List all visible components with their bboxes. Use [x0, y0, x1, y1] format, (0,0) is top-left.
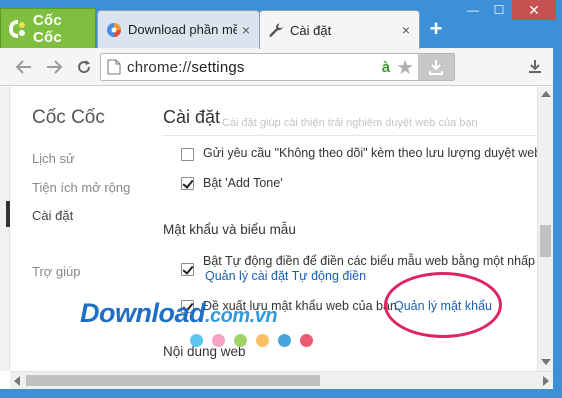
- address-bar[interactable]: chrome://settings à ★: [100, 53, 455, 81]
- arrow-right-icon: [47, 60, 62, 74]
- url-text: chrome://settings: [127, 59, 245, 76]
- watermark-dot: [234, 334, 247, 347]
- watermark-logo: Download.com.vn: [80, 298, 278, 329]
- arrow-left-icon: [16, 60, 31, 74]
- vertical-scroll-thumb[interactable]: [540, 225, 551, 257]
- window-controls: — ☐ ✕: [460, 0, 556, 20]
- url-scheme: chrome://: [127, 58, 192, 76]
- bookmark-star-icon[interactable]: ★: [396, 55, 414, 80]
- brand-name: Cốc Cốc: [32, 11, 62, 46]
- watermark-dot: [300, 334, 313, 347]
- scroll-left-arrow-icon[interactable]: [14, 376, 20, 386]
- sidebar-active-indicator: [6, 201, 10, 227]
- new-tab-button[interactable]: +: [426, 18, 446, 40]
- watermark-dot: [278, 334, 291, 347]
- scroll-right-arrow-icon[interactable]: [543, 376, 549, 386]
- tab-close-icon[interactable]: ×: [397, 22, 415, 38]
- reload-icon: [78, 60, 91, 74]
- tab-title: Download phần mềm: [128, 22, 237, 37]
- downloads-button[interactable]: [526, 58, 544, 76]
- download-site-favicon-icon: [107, 22, 121, 37]
- watermark: Download.com.vn: [80, 298, 330, 338]
- watermark-domain: .com.vn: [205, 305, 278, 327]
- window-frame-right: [553, 48, 562, 398]
- window-frame-bottom: [0, 389, 562, 398]
- sidebar-item-history[interactable]: Lịch sử: [32, 151, 75, 166]
- download-tray-icon: [529, 60, 541, 73]
- scrolled-hint-text: Cài đặt giúp cải thiện trải nghiệm duyệt…: [222, 117, 478, 129]
- close-window-button[interactable]: ✕: [512, 0, 556, 20]
- wrench-icon: [269, 23, 283, 37]
- sidebar-item-help[interactable]: Trợ giúp: [32, 264, 81, 279]
- watermark-dot: [212, 334, 225, 347]
- back-button[interactable]: [14, 57, 34, 77]
- tab-strip: Cốc Cốc Download phần mềm × Cài đặt × + …: [0, 0, 562, 49]
- download-media-button[interactable]: [418, 54, 454, 80]
- toolbar: chrome://settings à ★: [0, 48, 562, 86]
- title-divider: [162, 135, 537, 136]
- tab-title: Cài đặt: [290, 22, 332, 38]
- autofill-label: Bật Tự động điền để điền các biểu mẫu we…: [203, 254, 537, 268]
- tab-settings[interactable]: Cài đặt ×: [259, 10, 420, 49]
- highlight-ring: [384, 272, 502, 338]
- scroll-down-arrow-icon[interactable]: [541, 359, 551, 365]
- reload-button[interactable]: [74, 57, 94, 77]
- forward-button[interactable]: [44, 57, 64, 77]
- address-bar-actions: à ★: [382, 54, 454, 80]
- manage-autofill-link[interactable]: Quản lý cài đặt Tự động điền: [205, 269, 366, 283]
- watermark-dots: [190, 334, 322, 347]
- url-host: settings: [191, 58, 245, 76]
- page-icon: [107, 59, 121, 75]
- coccoc-logo-icon: [8, 19, 25, 38]
- watermark-text: Download: [80, 298, 206, 328]
- add-tone-checkbox[interactable]: [181, 177, 194, 190]
- watermark-dot: [256, 334, 269, 347]
- left-margin: [0, 87, 10, 371]
- sidebar-title: Cốc Cốc: [32, 107, 105, 128]
- autofill-checkbox[interactable]: [181, 263, 194, 276]
- do-not-track-label: Gửi yêu cầu "Không theo dõi" kèm theo lư…: [203, 146, 537, 160]
- scroll-up-arrow-icon[interactable]: [541, 91, 551, 97]
- horizontal-scroll-thumb[interactable]: [26, 375, 320, 386]
- vietnamese-ime-icon[interactable]: à: [382, 59, 390, 76]
- watermark-dot: [190, 334, 203, 347]
- sidebar-item-extensions[interactable]: Tiện ích mở rộng: [32, 180, 130, 195]
- page-title: Cài đặt: [163, 107, 221, 127]
- maximize-button[interactable]: ☐: [486, 0, 512, 20]
- passwords-section-heading: Mật khẩu và biểu mẫu: [163, 222, 296, 237]
- do-not-track-checkbox[interactable]: [181, 148, 194, 161]
- tab-close-icon[interactable]: ×: [237, 22, 255, 38]
- horizontal-scrollbar[interactable]: [10, 371, 553, 389]
- browser-brand-button[interactable]: Cốc Cốc: [0, 8, 96, 48]
- sidebar-item-settings[interactable]: Cài đặt: [32, 208, 73, 223]
- tab-download[interactable]: Download phần mềm ×: [97, 10, 260, 48]
- minimize-button[interactable]: —: [460, 0, 486, 20]
- download-icon: [429, 60, 443, 75]
- add-tone-label: Bật 'Add Tone': [203, 176, 283, 190]
- vertical-scrollbar[interactable]: [537, 87, 553, 371]
